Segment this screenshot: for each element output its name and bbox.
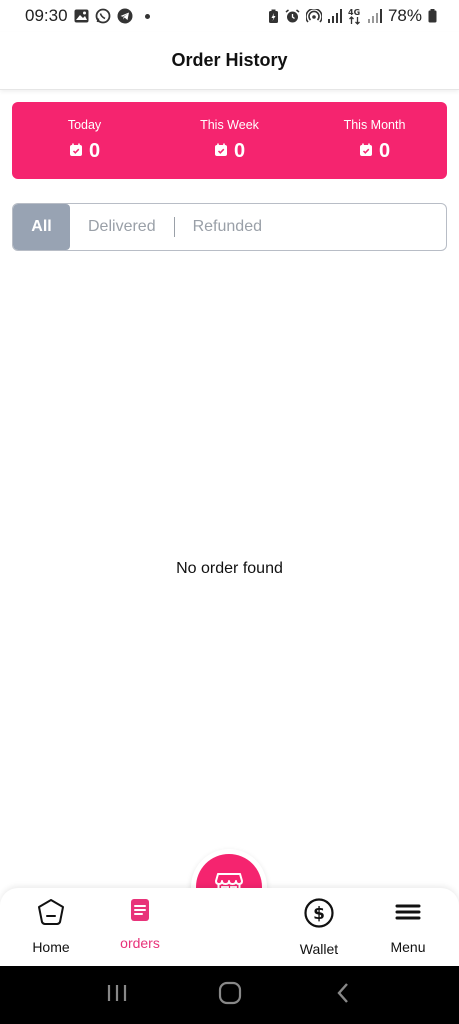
tab-all[interactable]: All [13, 204, 70, 250]
telegram-icon [117, 8, 133, 24]
system-navigation-bar [0, 966, 459, 1024]
home-system-button[interactable] [210, 975, 250, 1015]
battery-percent: 78% [387, 6, 422, 25]
home-icon [37, 898, 65, 931]
signal-icon-2 [367, 9, 382, 23]
app-header: Order History [0, 32, 459, 90]
bottom-navigation: Home orders $ Wallet Menu [0, 888, 459, 966]
svg-text:4G: 4G [348, 8, 360, 17]
back-button[interactable] [323, 975, 363, 1015]
stat-today: Today 0 [25, 118, 145, 163]
stat-today-value: 0 [88, 140, 101, 162]
alarm-icon [285, 8, 300, 24]
tab-refunded[interactable]: Refunded [175, 204, 262, 250]
order-filter-tabs: All Delivered Refunded [12, 203, 447, 251]
nav-home[interactable]: Home [11, 898, 91, 955]
network-4g-icon: 4G [348, 7, 362, 25]
status-right: 4G 78% [268, 6, 437, 26]
notification-dot-icon [144, 13, 150, 19]
status-time: 09:30 [25, 6, 68, 25]
nav-menu-label: Menu [390, 939, 426, 955]
empty-state-message: No order found [176, 560, 283, 577]
svg-text:$: $ [313, 904, 325, 924]
back-chevron-icon [335, 982, 351, 1009]
status-bar: 09:30 4G 78% [0, 0, 459, 32]
nav-home-label: Home [32, 939, 70, 955]
stat-week-value: 0 [233, 140, 246, 162]
recent-apps-button[interactable] [97, 975, 137, 1015]
signal-icon-1 [327, 9, 342, 23]
stat-this-week: This Week 0 [170, 118, 290, 163]
page-title: Order History [171, 50, 288, 70]
stat-week-label: This Week [200, 118, 259, 132]
wallet-dollar-icon: $ [304, 898, 334, 933]
stat-month-label: This Month [343, 118, 406, 132]
stat-this-month: This Month 0 [315, 118, 435, 163]
home-circle-icon [218, 981, 242, 1010]
order-bag-icon [214, 142, 228, 162]
hotspot-icon [305, 8, 322, 24]
nav-orders-label: orders [120, 935, 160, 951]
stat-today-label: Today [67, 118, 102, 132]
orders-icon [130, 898, 150, 927]
status-left: 09:30 [25, 6, 150, 26]
whatsapp-icon [95, 8, 111, 24]
tab-delivered[interactable]: Delivered [70, 204, 174, 250]
stat-month-value: 0 [378, 140, 391, 162]
order-stats-card: Today 0 This Week 0 This Month 0 [12, 102, 447, 179]
menu-icon [395, 898, 421, 931]
nav-menu[interactable]: Menu [368, 898, 448, 955]
nav-wallet[interactable]: $ Wallet [279, 898, 359, 957]
nav-wallet-label: Wallet [299, 941, 339, 957]
battery-icon [428, 9, 437, 23]
order-bag-icon [69, 142, 83, 162]
gallery-icon [74, 9, 89, 23]
recent-apps-icon [106, 983, 128, 1008]
order-bag-icon [359, 142, 373, 162]
nav-orders[interactable]: orders [100, 898, 180, 951]
battery-saver-icon [268, 9, 279, 24]
